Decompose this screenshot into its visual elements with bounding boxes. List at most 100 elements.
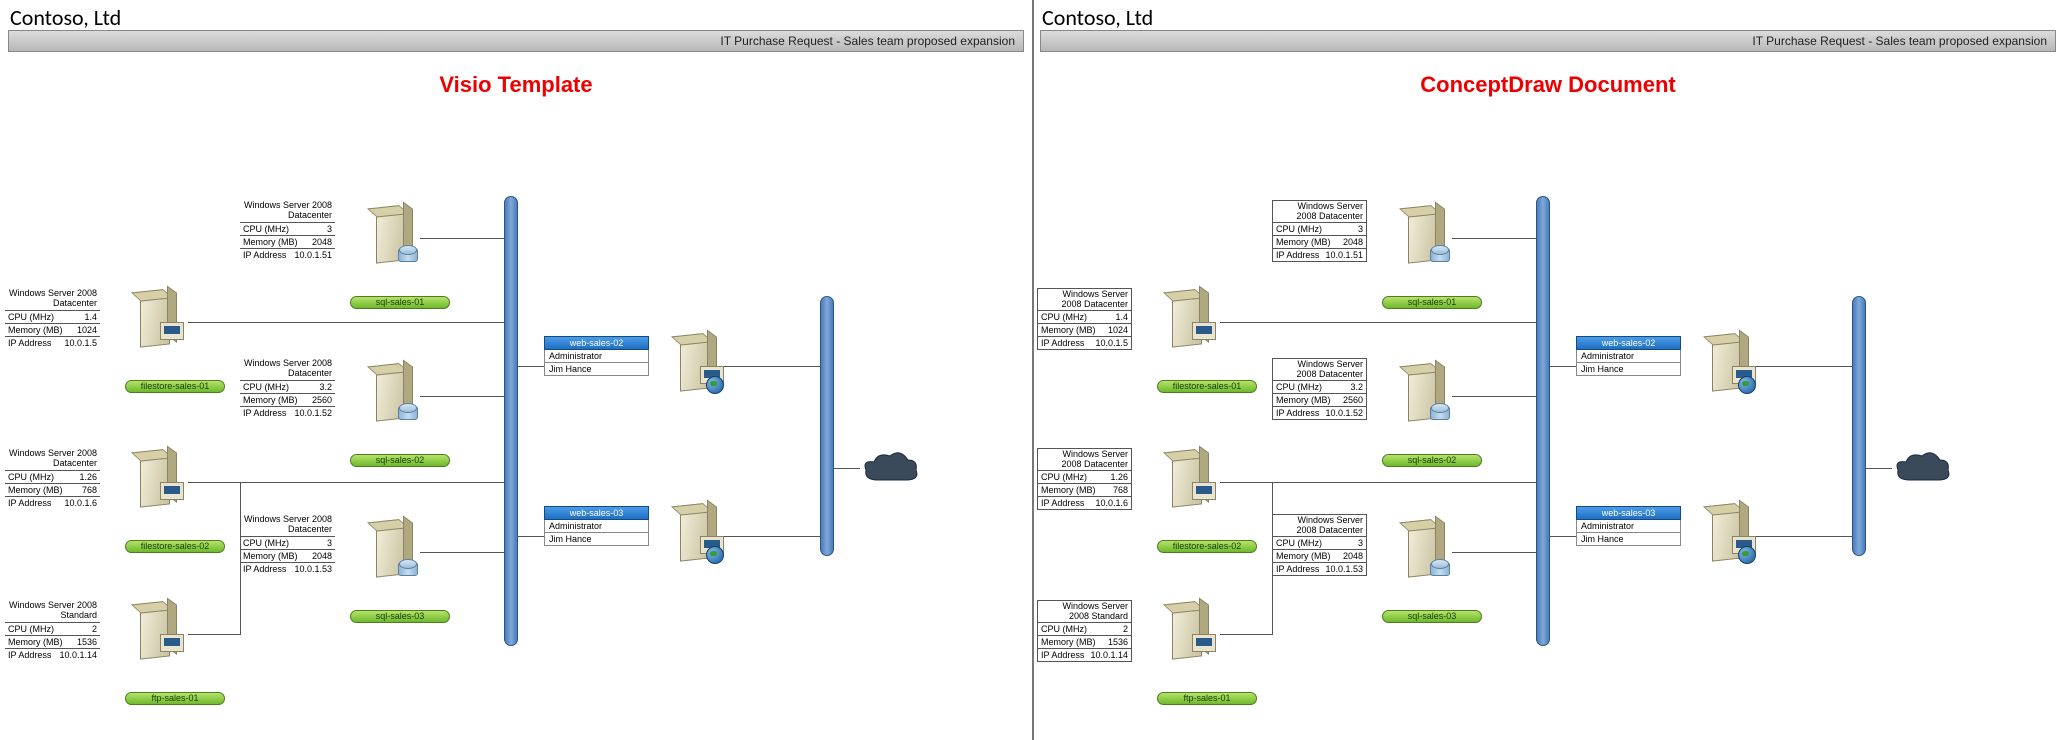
connector (724, 536, 820, 537)
val: 768 (82, 485, 97, 495)
val: 10.0.1.6 (1095, 498, 1128, 508)
bus-middle (1536, 196, 1550, 646)
label: IP Address (1041, 498, 1084, 508)
label: IP Address (1041, 650, 1084, 660)
val: 2048 (1343, 551, 1363, 561)
label: CPU (MHz) (1041, 312, 1087, 322)
connector (518, 366, 544, 367)
val: 1536 (1108, 637, 1128, 647)
label: IP Address (1041, 338, 1084, 348)
val: 10.0.1.52 (294, 408, 332, 418)
server-icon (1408, 206, 1456, 270)
server-icon (140, 450, 188, 514)
val: 3 (327, 538, 332, 548)
subtitle-bar: IT Purchase Request - Sales team propose… (1040, 30, 2056, 52)
label: CPU (MHz) (1276, 538, 1322, 548)
connector (1452, 238, 1536, 239)
val: 3 (1358, 224, 1363, 234)
spec-os: Windows Server 2008 Datacenter (240, 358, 335, 380)
web-admin-value: Jim Hance (544, 363, 649, 376)
company-title: Contoso, Ltd (1042, 4, 1153, 31)
headline-left: Visio Template (0, 72, 1032, 98)
pill-filestore-sales-02: filestore-sales-02 (1157, 540, 1257, 553)
spec-os: Windows Server 2008 Datacenter (240, 514, 335, 536)
val: 1536 (77, 637, 97, 647)
label: CPU (MHz) (8, 624, 54, 634)
val: 1.4 (1115, 312, 1128, 322)
label: CPU (MHz) (243, 224, 289, 234)
server-icon (140, 602, 188, 666)
label: Memory (MB) (1276, 395, 1331, 405)
subtitle-text: IT Purchase Request - Sales team propose… (720, 34, 1015, 48)
web-admin-value: Jim Hance (1576, 533, 1681, 546)
connector (1550, 536, 1576, 537)
label: Memory (MB) (1041, 485, 1096, 495)
label: Memory (MB) (8, 325, 63, 335)
web-name: web-sales-02 (544, 336, 649, 350)
label: CPU (MHz) (1041, 472, 1087, 482)
spec-filestore-sales-01: Windows Server 2008 Datacenter CPU (MHz)… (5, 288, 100, 349)
cloud-icon (860, 450, 920, 486)
pill-ftp-sales-01: ftp-sales-01 (125, 692, 225, 705)
headline-right: ConceptDraw Document (1032, 72, 2064, 98)
web-admin-value: Jim Hance (1576, 363, 1681, 376)
spec-os: Windows Server 2008 Datacenter (5, 448, 100, 470)
connector (188, 322, 504, 323)
label: IP Address (243, 408, 286, 418)
spec-sql-sales-03: Windows Server 2008 Datacenter CPU (MHz)… (1272, 514, 1367, 576)
connector (1550, 366, 1576, 367)
val: 2048 (1343, 237, 1363, 247)
spec-os: Windows Server 2008 Datacenter (1272, 200, 1367, 223)
server-icon (680, 504, 728, 568)
label: IP Address (243, 564, 286, 574)
server-icon (1172, 450, 1220, 514)
webbox-web-sales-03: web-sales-03 Administrator Jim Hance (1576, 506, 1681, 546)
val: 2048 (312, 551, 332, 561)
val: 10.0.1.6 (64, 498, 97, 508)
val: 10.0.1.51 (294, 250, 332, 260)
server-icon (1172, 602, 1220, 666)
connector (518, 536, 544, 537)
bus-right (1852, 296, 1866, 556)
label: IP Address (243, 250, 286, 260)
pill-sql-sales-02: sql-sales-02 (350, 454, 450, 467)
connector (1220, 634, 1272, 635)
val: 3.2 (1350, 382, 1363, 392)
pill-filestore-sales-02: filestore-sales-02 (125, 540, 225, 553)
label: IP Address (1276, 564, 1319, 574)
val: 10.0.1.52 (1325, 408, 1363, 418)
spec-os: Windows Server 2008 Datacenter (1272, 514, 1367, 537)
webbox-web-sales-02: web-sales-02 Administrator Jim Hance (544, 336, 649, 376)
server-icon (1712, 334, 1760, 398)
val: 3 (1358, 538, 1363, 548)
right-panel: Contoso, Ltd IT Purchase Request - Sales… (1032, 0, 2064, 740)
webbox-web-sales-03: web-sales-03 Administrator Jim Hance (544, 506, 649, 546)
connector (420, 552, 504, 553)
label: CPU (MHz) (1041, 624, 1087, 634)
web-admin-label: Administrator (544, 350, 649, 363)
spec-sql-sales-01: Windows Server 2008 Datacenter CPU (MHz)… (240, 200, 335, 261)
server-icon (376, 520, 424, 584)
spec-os: Windows Server 2008 Standard (1037, 600, 1132, 623)
val: 10.0.1.51 (1325, 250, 1363, 260)
connector (1452, 552, 1536, 553)
server-icon (1172, 290, 1220, 354)
cloud-icon (1892, 450, 1952, 486)
label: Memory (MB) (243, 551, 298, 561)
label: CPU (MHz) (1276, 224, 1322, 234)
label: IP Address (8, 498, 51, 508)
label: CPU (MHz) (243, 538, 289, 548)
server-icon (140, 290, 188, 354)
web-name: web-sales-03 (1576, 506, 1681, 520)
spec-filestore-sales-02: Windows Server 2008 Datacenter CPU (MHz)… (1037, 448, 1132, 510)
bus-middle (504, 196, 518, 646)
web-admin-label: Administrator (1576, 350, 1681, 363)
label: Memory (MB) (1276, 551, 1331, 561)
server-icon (1712, 504, 1760, 568)
spec-os: Windows Server 2008 Datacenter (240, 200, 335, 222)
label: CPU (MHz) (8, 472, 54, 482)
web-name: web-sales-03 (544, 506, 649, 520)
label: Memory (MB) (8, 485, 63, 495)
spec-filestore-sales-01: Windows Server 2008 Datacenter CPU (MHz)… (1037, 288, 1132, 350)
spec-os: Windows Server 2008 Datacenter (1272, 358, 1367, 381)
